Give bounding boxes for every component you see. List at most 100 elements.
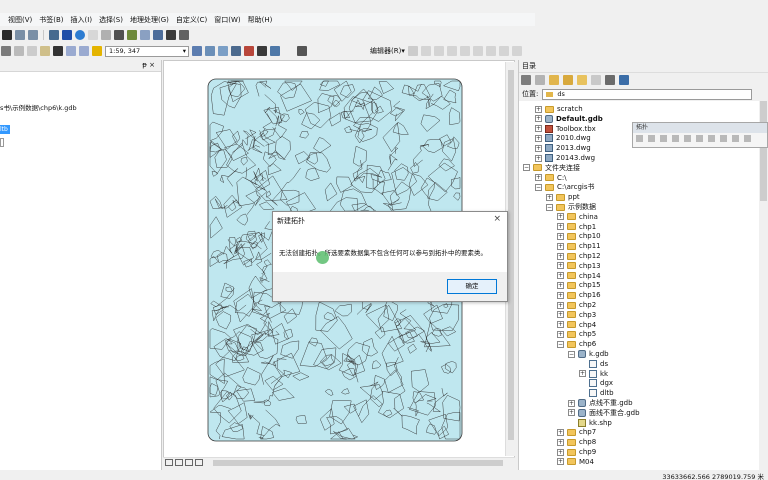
- tree-item[interactable]: dgx: [579, 378, 613, 388]
- fix-error-icon[interactable]: [732, 135, 739, 142]
- expand-icon[interactable]: +: [568, 399, 575, 407]
- zoom-icon[interactable]: [49, 30, 59, 40]
- copy-icon[interactable]: [27, 46, 37, 56]
- tree-item[interactable]: − 示例数据: [546, 202, 596, 212]
- sketch-properties-icon[interactable]: [511, 46, 522, 56]
- tree-item[interactable]: kk.shp: [568, 418, 612, 428]
- home-icon[interactable]: [563, 75, 573, 85]
- expand-icon[interactable]: +: [557, 438, 564, 446]
- generalize-edge-icon[interactable]: [708, 135, 715, 142]
- menu-item[interactable]: 书签(B): [32, 15, 63, 25]
- expand-icon[interactable]: +: [535, 144, 542, 152]
- goto-xy-icon[interactable]: [127, 30, 137, 40]
- expand-icon[interactable]: +: [557, 458, 564, 466]
- tree-item[interactable]: + chp3: [557, 310, 596, 320]
- arctoolbox-icon[interactable]: [244, 46, 254, 56]
- tree-item[interactable]: +20143.dwg: [535, 153, 595, 163]
- find-icon[interactable]: [114, 30, 124, 40]
- delete-icon[interactable]: [53, 46, 63, 56]
- refresh-icon[interactable]: [185, 459, 193, 466]
- expand-icon[interactable]: +: [557, 242, 564, 250]
- tree-item[interactable]: +2013.dwg: [535, 143, 591, 153]
- collapse-icon[interactable]: −: [535, 183, 542, 191]
- expand-icon[interactable]: +: [557, 321, 564, 329]
- expand-icon[interactable]: +: [557, 232, 564, 240]
- python-window-icon[interactable]: [257, 46, 267, 56]
- error-inspector-icon[interactable]: [744, 135, 751, 142]
- tree-item[interactable]: + scratch: [535, 104, 583, 114]
- print-icon[interactable]: [1, 46, 11, 56]
- expand-icon[interactable]: +: [557, 311, 564, 319]
- expand-icon[interactable]: +: [557, 330, 564, 338]
- tree-item[interactable]: +2010.dwg: [535, 133, 591, 143]
- forward-icon[interactable]: [28, 30, 38, 40]
- tree-item[interactable]: + kk: [579, 369, 608, 379]
- toc-selected-layer[interactable]: ltb: [0, 125, 10, 134]
- collapse-icon[interactable]: −: [568, 350, 575, 358]
- expand-icon[interactable]: +: [535, 125, 542, 133]
- tree-item[interactable]: + 面线不重合.gdb: [568, 408, 640, 418]
- tree-item[interactable]: + china: [557, 212, 598, 222]
- editor-toolbar-icon[interactable]: [192, 46, 202, 56]
- expand-icon[interactable]: +: [557, 281, 564, 289]
- tree-item[interactable]: + chp16: [557, 290, 601, 300]
- editor-menu[interactable]: 编辑器(R)▾: [370, 46, 405, 56]
- menu-item[interactable]: 窗口(W): [207, 15, 240, 25]
- expand-icon[interactable]: +: [557, 223, 564, 231]
- tree-item[interactable]: + chp11: [557, 241, 601, 251]
- tree-item[interactable]: − k.gdb: [568, 349, 609, 359]
- trace-icon[interactable]: [446, 46, 457, 56]
- straight-segment-icon[interactable]: [420, 46, 431, 56]
- tree-item[interactable]: + Toolbox.tbx: [535, 124, 596, 134]
- topology-edit-icon[interactable]: [660, 135, 667, 142]
- search-window-icon[interactable]: [231, 46, 241, 56]
- tree-item[interactable]: + chp7: [557, 427, 596, 437]
- arc-segment-icon[interactable]: [433, 46, 444, 56]
- tree-item[interactable]: ds: [579, 359, 608, 369]
- attributes-icon[interactable]: [498, 46, 509, 56]
- catalog-scrollbar[interactable]: [759, 101, 768, 470]
- edit-tool-icon[interactable]: [407, 46, 418, 56]
- add-data-icon[interactable]: [92, 46, 102, 56]
- expand-icon[interactable]: +: [557, 291, 564, 299]
- menu-item[interactable]: 地理处理(G): [123, 15, 169, 25]
- expand-icon[interactable]: +: [535, 115, 542, 123]
- tree-item[interactable]: + ppt: [546, 192, 580, 202]
- table-of-contents-icon[interactable]: [218, 46, 228, 56]
- pointer-icon[interactable]: [62, 30, 72, 40]
- tree-item[interactable]: + Default.gdb: [535, 114, 603, 124]
- tree-item[interactable]: + chp14: [557, 271, 601, 281]
- tree-item[interactable]: + chp4: [557, 320, 596, 330]
- expand-icon[interactable]: +: [557, 301, 564, 309]
- pause-drawing-icon[interactable]: [195, 459, 203, 466]
- expand-icon[interactable]: +: [535, 105, 542, 113]
- redo-icon[interactable]: [79, 46, 89, 56]
- topology-select-icon[interactable]: [636, 135, 643, 142]
- rotate-icon[interactable]: [485, 46, 496, 56]
- tree-item[interactable]: − 文件夹连接: [523, 163, 580, 173]
- tree-item[interactable]: − chp6: [557, 339, 596, 349]
- tree-item[interactable]: + chp5: [557, 329, 596, 339]
- expand-icon[interactable]: +: [568, 409, 575, 417]
- chevron-down-icon[interactable]: ▾: [183, 47, 188, 56]
- expand-icon[interactable]: +: [557, 213, 564, 221]
- expand-icon[interactable]: +: [579, 370, 586, 378]
- tree-item[interactable]: + chp8: [557, 437, 596, 447]
- tree-item[interactable]: + chp2: [557, 300, 596, 310]
- topology-icon[interactable]: [297, 46, 307, 56]
- time-slider-icon[interactable]: [153, 30, 163, 40]
- tree-item[interactable]: + M04: [557, 457, 594, 467]
- select-elements-icon[interactable]: [2, 30, 12, 40]
- tree-item[interactable]: dltb: [579, 388, 614, 398]
- point-icon[interactable]: [459, 46, 470, 56]
- validate-topology-icon[interactable]: [720, 135, 727, 142]
- expand-icon[interactable]: +: [557, 428, 564, 436]
- layout-view-icon[interactable]: [175, 459, 183, 466]
- paste-icon[interactable]: [40, 46, 50, 56]
- undo-icon[interactable]: [66, 46, 76, 56]
- menu-item[interactable]: 选择(S): [92, 15, 123, 25]
- map-horizontal-scrollbar[interactable]: [213, 460, 503, 466]
- collapse-icon[interactable]: −: [557, 340, 564, 348]
- tree-item[interactable]: + chp10: [557, 231, 601, 241]
- modify-edge-icon[interactable]: [684, 135, 691, 142]
